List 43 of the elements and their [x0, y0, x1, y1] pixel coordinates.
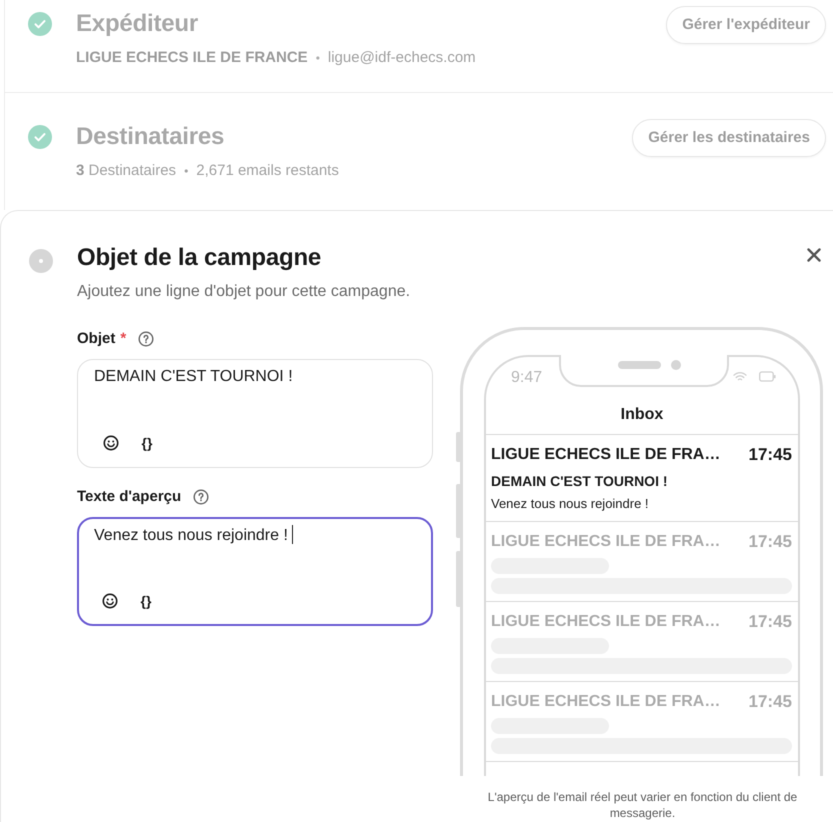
- help-icon[interactable]: [138, 331, 154, 347]
- variables-button[interactable]: {}: [135, 431, 159, 455]
- status-time: 9:47: [511, 368, 542, 388]
- inbox-title: Inbox: [486, 405, 798, 435]
- email-preview: Venez tous nous rejoindre !: [491, 495, 650, 513]
- battery-icon: [759, 371, 776, 382]
- preview-disclaimer: L'aperçu de l'email réel peut varier en fonction du client de messagerie.: [486, 789, 798, 821]
- summary-text: ligue@idf-echecs.com: [328, 48, 476, 68]
- summary-text: LIGUE ECHECS ILE DE FRANCE: [76, 48, 308, 68]
- variables-button[interactable]: {}: [134, 589, 158, 613]
- email-time: 17:45: [748, 445, 792, 465]
- email-sender: LIGUE ECHECS ILE DE FRA…: [491, 692, 720, 712]
- check-icon: [28, 12, 52, 36]
- email-time: 17:45: [748, 692, 792, 712]
- emoji-icon[interactable]: [103, 435, 119, 451]
- email-sender: LIGUE ECHECS ILE DE FRA…: [491, 612, 720, 632]
- separator-dot: •: [184, 163, 188, 180]
- help-icon[interactable]: [193, 489, 210, 505]
- text-field[interactable]: DEMAIN C'EST TOURNOI ! {}: [77, 359, 433, 468]
- step-indicator-icon: [29, 249, 53, 273]
- emoji-icon[interactable]: [102, 593, 118, 609]
- email-sender: LIGUE ECHECS ILE DE FRA…: [491, 532, 720, 552]
- camera-dot-icon: [670, 360, 680, 370]
- summary-text: 3 Destinataires: [76, 161, 176, 181]
- check-icon: [28, 125, 52, 149]
- email-time: 17:45: [748, 532, 792, 552]
- section-title: Objet de la campagne: [77, 243, 322, 273]
- speaker-slot-icon: [618, 361, 660, 369]
- step-title: Destinataires: [76, 122, 226, 152]
- wifi-icon: [733, 371, 747, 382]
- email-time: 17:45: [748, 612, 792, 632]
- field-label: Texte d'aperçu: [77, 487, 182, 507]
- text-field[interactable]: Venez tous nous rejoindre ! {}: [77, 517, 433, 626]
- text-cursor-icon: [292, 525, 293, 544]
- field-label: Objet: [77, 329, 116, 349]
- email-sender: LIGUE ECHECS ILE DE FRA…: [491, 445, 720, 465]
- separator-dot: •: [316, 50, 320, 67]
- section-description: Ajoutez une ligne d'objet pour cette campagne.: [77, 282, 412, 302]
- email-subject: DEMAIN C'EST TOURNOI !: [491, 472, 669, 490]
- step-title: Expéditeur: [76, 9, 200, 39]
- close-icon[interactable]: [807, 248, 821, 262]
- summary-text: 2,671 emails restants: [196, 161, 339, 181]
- required-mark: *: [120, 329, 126, 349]
